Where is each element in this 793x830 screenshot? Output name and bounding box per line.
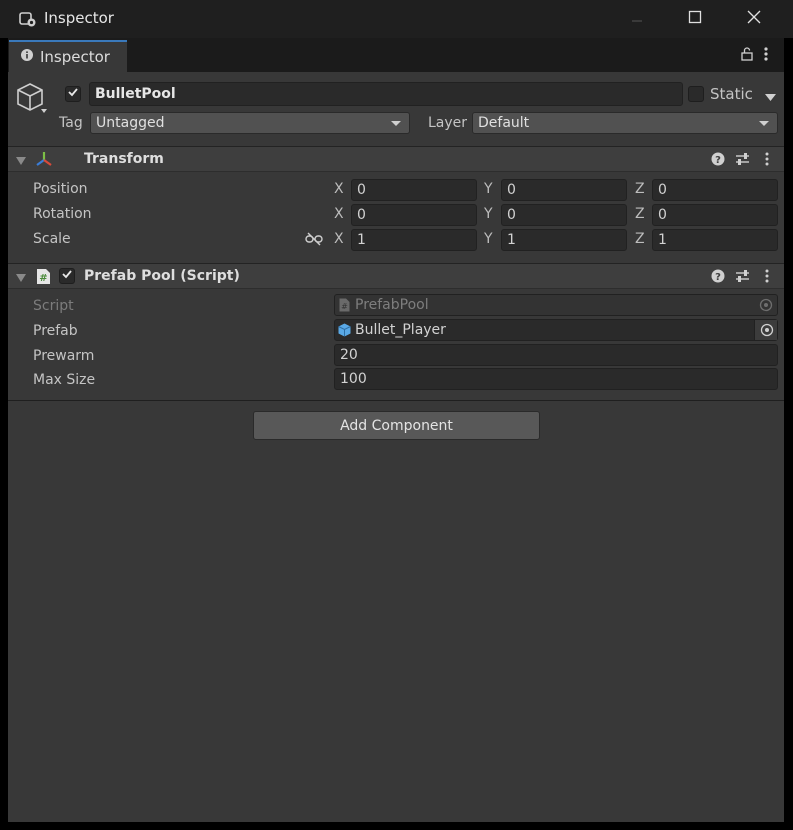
tag-dropdown[interactable]: Untagged [90,112,410,134]
rotation-z-field[interactable]: 0 [652,204,778,226]
prefab-field[interactable]: Bullet_Player [334,319,778,341]
script-field: PrefabPool [334,294,778,316]
scale-y-field[interactable]: 1 [501,229,627,251]
axis-y-label[interactable]: Y [484,206,493,222]
object-picker-icon [759,298,773,316]
scale-x-field[interactable]: 1 [351,229,477,251]
components-divider [8,400,784,401]
rotation-x-field[interactable]: 0 [351,204,477,226]
axis-x-label[interactable]: X [334,206,344,222]
rotation-label: Rotation [33,206,92,222]
foldout-arrow-icon[interactable] [16,154,26,170]
lock-icon[interactable] [740,46,754,66]
axis-x-label[interactable]: X [334,231,344,247]
svg-text:?: ? [715,272,721,283]
gameobject-cube-icon[interactable] [16,82,56,122]
prefab-picker-button[interactable] [754,320,777,340]
static-dropdown-arrow-icon[interactable] [765,90,776,106]
script-icon: # [36,268,51,289]
position-label: Position [33,181,88,197]
close-button[interactable] [729,4,779,34]
transform-title: Transform [84,151,164,167]
script-value: PrefabPool [355,297,429,313]
axis-x-label[interactable]: X [334,181,344,197]
scale-label: Scale [33,231,71,247]
static-checkbox[interactable] [688,86,704,102]
window-title: Inspector [44,9,114,27]
foldout-arrow-icon[interactable] [16,271,26,287]
layer-value: Default [478,115,530,131]
axis-y-label[interactable]: Y [484,181,493,197]
prefab-pool-title: Prefab Pool (Script) [84,268,240,284]
static-label: Static [710,85,753,103]
checkmark-icon [67,86,79,102]
unity-logo-icon [19,10,37,28]
component-enabled-checkbox[interactable] [59,268,75,284]
layer-label: Layer [428,115,468,131]
script-label: Script [33,298,74,314]
transform-icon [35,150,53,172]
chevron-down-icon [391,113,401,139]
info-icon [21,49,33,65]
component-menu-icon[interactable] [764,269,770,287]
tag-label: Tag [59,115,83,131]
help-icon[interactable]: ? [711,269,725,287]
tab-inspector[interactable]: Inspector [9,40,127,72]
prefab-cube-icon [338,323,351,341]
position-x-field[interactable]: 0 [351,179,477,201]
prefab-label: Prefab [33,323,78,339]
close-icon [747,10,761,28]
scale-z-field[interactable]: 1 [652,229,778,251]
prewarm-field[interactable]: 20 [334,344,778,366]
add-component-button[interactable]: Add Component [253,411,540,440]
presets-icon[interactable] [735,152,750,170]
tag-value: Untagged [96,115,165,131]
window-frame-bottom [0,822,793,830]
rotation-y-field[interactable]: 0 [501,204,627,226]
svg-text:?: ? [715,155,721,166]
max-size-label: Max Size [33,372,96,388]
position-z-field[interactable]: 0 [652,179,778,201]
presets-icon[interactable] [735,269,750,287]
prewarm-label: Prewarm [33,348,95,364]
svg-text:#: # [39,273,47,284]
layer-dropdown[interactable]: Default [472,112,778,134]
unlinked-scale-icon[interactable] [305,232,323,250]
more-options-icon[interactable] [763,46,769,66]
chevron-down-icon [759,113,769,139]
script-file-icon: # [339,298,350,316]
maximize-icon [688,10,702,28]
maximize-button[interactable] [670,4,720,34]
max-size-field[interactable]: 100 [334,368,778,390]
minimize-icon [631,11,643,27]
axis-z-label[interactable]: Z [635,181,645,197]
axis-y-label[interactable]: Y [484,231,493,247]
component-menu-icon[interactable] [764,152,770,170]
svg-text:#: # [341,302,348,311]
axis-z-label[interactable]: Z [635,231,645,247]
minimize-button[interactable] [612,4,662,34]
checkmark-icon [61,268,73,284]
help-icon[interactable]: ? [711,152,725,170]
axis-z-label[interactable]: Z [635,206,645,222]
object-picker-icon [760,323,774,341]
position-y-field[interactable]: 0 [501,179,627,201]
prefab-value: Bullet_Player [355,322,446,338]
tab-label: Inspector [40,48,110,66]
active-checkbox[interactable] [65,86,81,102]
gameobject-name-field[interactable]: BulletPool [89,82,683,106]
